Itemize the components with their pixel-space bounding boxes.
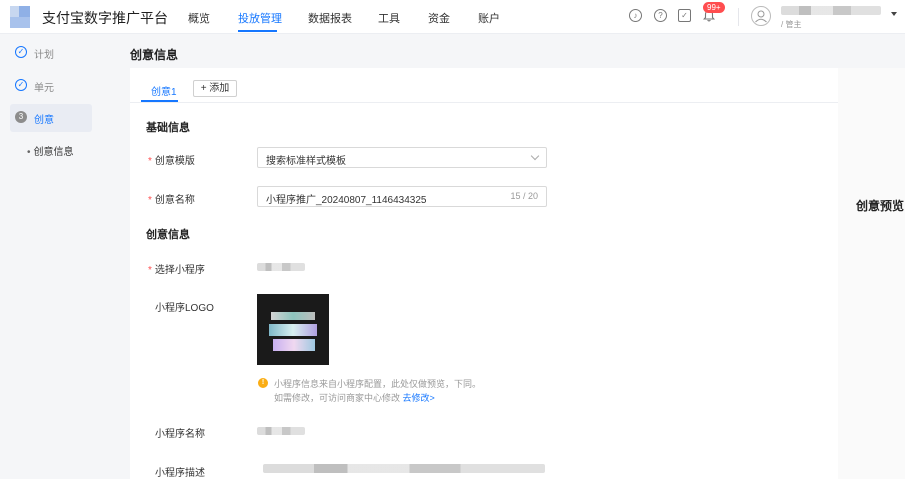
template-label: * 创意模版 bbox=[148, 152, 195, 167]
step-label: 单元 bbox=[34, 83, 54, 94]
creative-name-input[interactable]: 小程序推广_20240807_1146434325 15 / 20 bbox=[257, 186, 547, 207]
step-plan[interactable]: ✓ 计划 bbox=[10, 39, 92, 67]
miniapp-desc-redacted bbox=[263, 464, 545, 473]
help-icon[interactable]: ? bbox=[654, 9, 667, 22]
required-mark: * bbox=[148, 156, 152, 167]
section-title-creative: 创意信息 bbox=[146, 229, 190, 241]
required-mark: * bbox=[148, 265, 152, 276]
miniapp-name-label: 小程序名称 bbox=[155, 429, 205, 440]
miniapp-value-redacted[interactable] bbox=[257, 263, 305, 271]
step-label: 计划 bbox=[34, 50, 54, 61]
step-sidebar: ✓ 计划 ✓ 单元 3 创意 bbox=[0, 35, 103, 479]
label-text: 选择小程序 bbox=[154, 265, 205, 276]
chevron-down-icon bbox=[530, 151, 540, 161]
go-modify-link[interactable]: 去修改> bbox=[403, 393, 435, 403]
account-dropdown-icon[interactable] bbox=[891, 12, 897, 16]
step-creative[interactable]: 3 创意 bbox=[10, 104, 92, 132]
required-mark: * bbox=[148, 195, 152, 206]
miniapp-select-label: * 选择小程序 bbox=[148, 261, 205, 276]
step-unit[interactable]: ✓ 单元 bbox=[10, 72, 92, 100]
platform-logo[interactable] bbox=[10, 6, 30, 28]
template-select[interactable]: 搜索标准样式模板 bbox=[257, 147, 547, 168]
nav-funds[interactable]: 资金 bbox=[428, 10, 450, 26]
check-circle-icon: ✓ bbox=[15, 79, 27, 91]
notification-badge: 99+ bbox=[703, 2, 725, 13]
account-role: / 管主 bbox=[781, 20, 802, 29]
tab-creative-1[interactable]: 创意1 bbox=[151, 83, 177, 98]
miniapp-logo-image bbox=[257, 294, 329, 365]
nav-tools[interactable]: 工具 bbox=[378, 10, 400, 26]
hint-line-2: 如需修改，可访问商家中心修改 去修改> bbox=[274, 391, 435, 404]
creative-name-value: 小程序推广_20240807_1146434325 bbox=[266, 195, 427, 206]
char-counter: 15 / 20 bbox=[510, 191, 538, 201]
customer-service-icon[interactable]: ♪ bbox=[629, 9, 642, 22]
label-text: 创意模版 bbox=[154, 156, 195, 167]
task-icon[interactable]: ✓ bbox=[678, 9, 691, 22]
tabs-divider bbox=[130, 102, 838, 103]
user-avatar-icon[interactable] bbox=[751, 6, 771, 26]
warning-icon: ! bbox=[258, 378, 268, 388]
creative-form-card: 创意1 + 添加 基础信息 * 创意模版 搜索标准样式模板 * 创意名称 小程序推广… bbox=[130, 68, 838, 479]
header-divider bbox=[738, 8, 739, 26]
hint-text: 如需修改，可访问商家中心修改 bbox=[274, 393, 401, 403]
nav-overview[interactable]: 概览 bbox=[188, 10, 210, 26]
name-label: * 创意名称 bbox=[148, 191, 195, 206]
label-text: 创意名称 bbox=[154, 195, 195, 206]
sub-step-creative-info[interactable]: 创意信息 bbox=[27, 143, 74, 158]
account-name-redacted[interactable] bbox=[781, 6, 881, 15]
template-select-value: 搜索标准样式模板 bbox=[266, 156, 346, 167]
logo-label: 小程序LOGO bbox=[155, 303, 214, 314]
hint-line-1: 小程序信息来自小程序配置，此处仅做预览，下同。 bbox=[274, 379, 482, 389]
nav-account[interactable]: 账户 bbox=[478, 10, 500, 26]
nav-reports[interactable]: 数据报表 bbox=[308, 10, 352, 26]
nav-campaign-management[interactable]: 投放管理 bbox=[238, 10, 282, 26]
nav-active-indicator bbox=[238, 30, 277, 32]
page-title: 创意信息 bbox=[130, 48, 179, 62]
preview-title: 创意预览 bbox=[856, 199, 905, 213]
section-title-basic: 基础信息 bbox=[146, 122, 190, 134]
preview-panel bbox=[838, 68, 905, 479]
miniapp-name-redacted bbox=[257, 427, 305, 435]
add-creative-button[interactable]: + 添加 bbox=[193, 80, 237, 97]
step-label: 创意 bbox=[34, 115, 54, 126]
top-bar: 支付宝数字推广平台 概览 投放管理 数据报表 工具 资金 账户 ♪ ? ✓ 99… bbox=[0, 0, 905, 34]
app-title[interactable]: 支付宝数字推广平台 bbox=[42, 8, 168, 28]
check-circle-icon: ✓ bbox=[15, 46, 27, 58]
miniapp-desc-label: 小程序描述 bbox=[155, 468, 205, 479]
step-number-icon: 3 bbox=[15, 111, 27, 123]
